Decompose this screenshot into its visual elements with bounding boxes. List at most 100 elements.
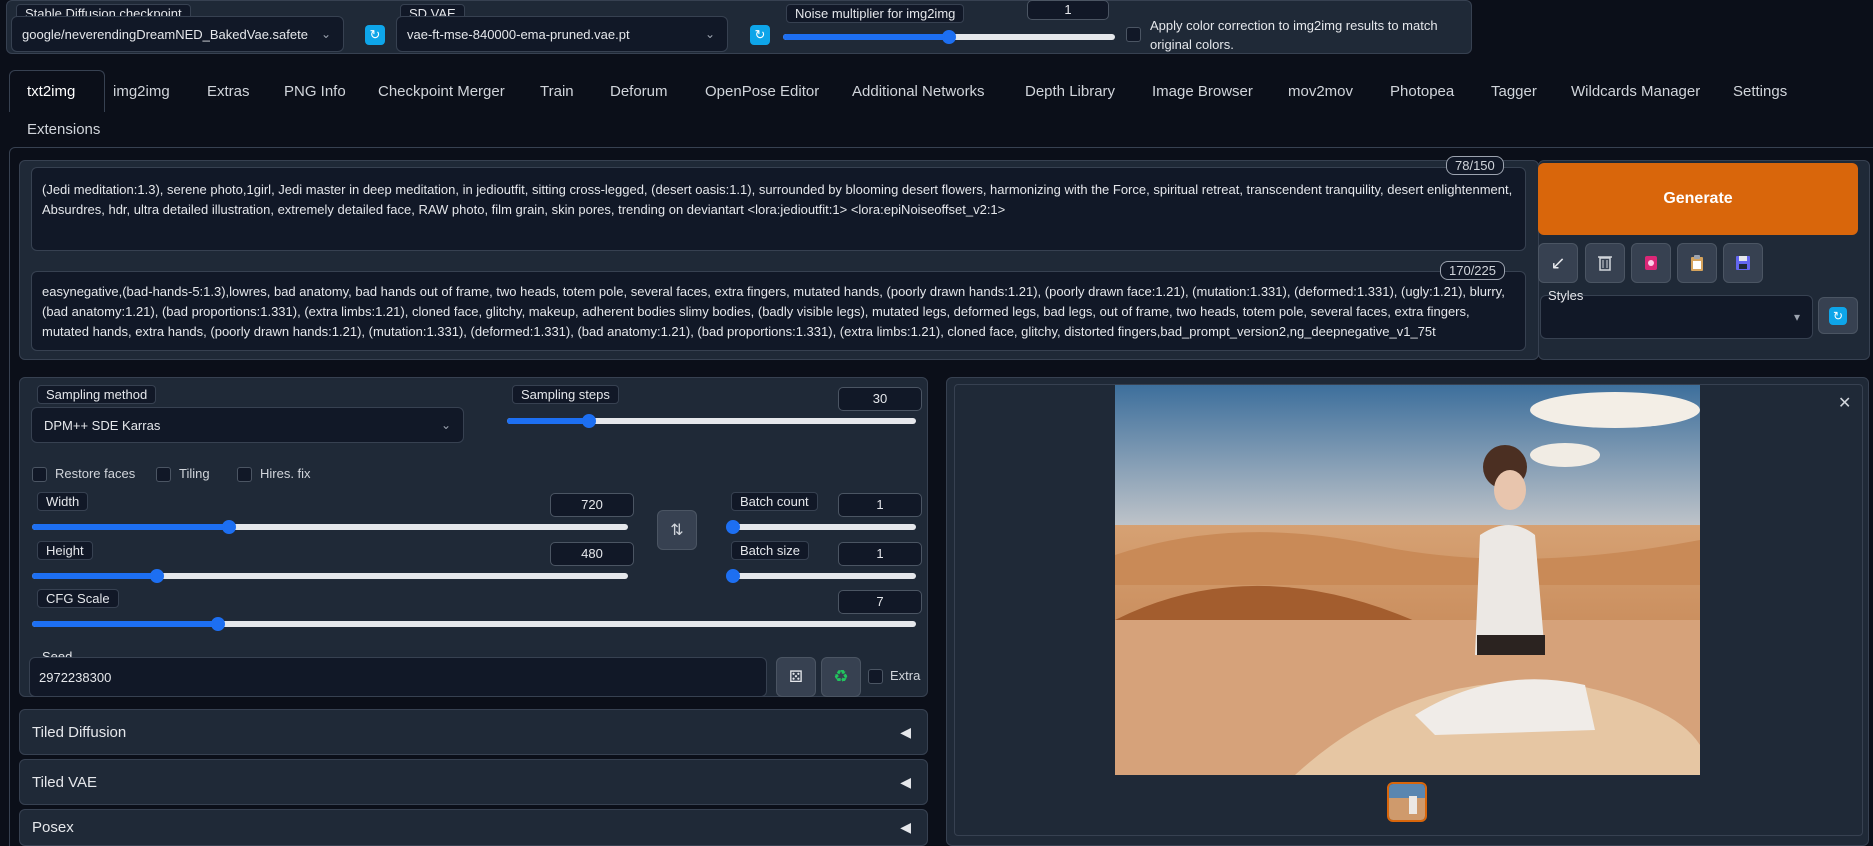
recycle-icon: ♻ (833, 667, 849, 686)
tab-extensions[interactable]: Extensions (27, 121, 100, 138)
accordion-title: Posex (32, 819, 74, 836)
tab-extras[interactable]: Extras (207, 83, 250, 100)
noise-multiplier-input[interactable]: 1 (1027, 0, 1109, 20)
tab-deforum[interactable]: Deforum (610, 83, 668, 100)
tab-wildcards-manager[interactable]: Wildcards Manager (1571, 83, 1700, 100)
slider-thumb[interactable] (210, 617, 225, 631)
batch-count-label: Batch count (731, 492, 818, 511)
slider-thumb[interactable] (942, 30, 956, 44)
tab-image-browser[interactable]: Image Browser (1152, 83, 1253, 100)
tiling-label: Tiling (179, 466, 210, 481)
seed-input[interactable]: 2972238300 (29, 657, 767, 697)
chevron-down-icon: ⌄ (704, 27, 715, 41)
chevron-down-icon: ⌄ (440, 418, 451, 432)
swap-dimensions-button[interactable]: ⇅ (657, 510, 697, 550)
width-input[interactable]: 720 (550, 493, 634, 517)
height-label: Height (37, 541, 93, 560)
width-slider[interactable] (32, 520, 628, 534)
chevron-down-icon: ⌄ (320, 27, 331, 41)
generate-button[interactable]: Generate (1538, 163, 1858, 235)
color-correction-label: Apply color correction to img2img result… (1150, 18, 1438, 52)
styles-label: Styles (1548, 288, 1584, 303)
paste-prompt-button[interactable] (1677, 243, 1717, 283)
width-label: Width (37, 492, 89, 511)
batch-count-slider[interactable] (726, 520, 916, 534)
vae-dropdown[interactable]: vae-ft-mse-840000-ema-pruned.vae.pt ⌄ (396, 16, 728, 52)
prompt-token-counter: 78/150 (1446, 156, 1504, 175)
sampling-steps-label: Sampling steps (512, 385, 619, 404)
caret-left-icon: ◀ (900, 773, 911, 790)
cfg-scale-label: CFG Scale (37, 589, 119, 608)
checkpoint-dropdown[interactable]: google/neverendingDreamNED_BakedVae.safe… (11, 16, 344, 52)
accordion-tiled-diffusion[interactable]: Tiled Diffusion ◀ (19, 709, 928, 755)
tab-depth-library[interactable]: Depth Library (1025, 83, 1115, 100)
swap-arrows-icon: ⇅ (670, 522, 684, 539)
trash-icon (1598, 256, 1612, 271)
accordion-tiled-vae[interactable]: Tiled VAE ◀ (19, 759, 928, 805)
tab-checkpoint-merger[interactable]: Checkpoint Merger (378, 83, 505, 100)
reuse-seed-button[interactable]: ♻ (821, 657, 861, 697)
cfg-scale-slider[interactable] (32, 617, 916, 631)
arrow-expand-icon: ↙ (1550, 252, 1566, 273)
clear-prompt-button[interactable] (1585, 243, 1625, 283)
restore-faces-checkbox[interactable] (32, 467, 47, 482)
tiling-checkbox[interactable] (156, 467, 171, 482)
tab-settings[interactable]: Settings (1733, 83, 1787, 100)
batch-size-slider[interactable] (726, 569, 916, 583)
thumbnail-image (1389, 784, 1425, 820)
tab-txt2img[interactable]: txt2img (27, 83, 75, 100)
tab-additional-networks[interactable]: Additional Networks (852, 83, 985, 100)
sampling-method-dropdown[interactable]: DPM++ SDE Karras ⌄ (31, 407, 464, 443)
tab-train[interactable]: Train (540, 83, 574, 100)
save-style-button[interactable] (1723, 243, 1763, 283)
desert-meditation-image (1115, 385, 1700, 775)
height-slider[interactable] (32, 569, 628, 583)
tab-openpose-editor[interactable]: OpenPose Editor (705, 83, 819, 100)
random-seed-button[interactable]: ⚄ (776, 657, 816, 697)
sampling-steps-slider[interactable] (507, 414, 916, 428)
tab-img2img[interactable]: img2img (113, 83, 170, 100)
caret-down-icon: ▾ (1793, 310, 1800, 324)
extra-seed-label: Extra (890, 668, 921, 683)
noise-multiplier-slider[interactable] (783, 30, 1115, 44)
batch-size-input[interactable]: 1 (838, 542, 922, 566)
show-extra-networks-button[interactable] (1631, 243, 1671, 283)
tab-png-info[interactable]: PNG Info (284, 83, 346, 100)
slider-thumb[interactable] (726, 569, 740, 583)
extra-seed-checkbox[interactable] (868, 669, 883, 684)
gallery-thumbnail[interactable] (1387, 782, 1427, 822)
height-input[interactable]: 480 (550, 542, 634, 566)
refresh-icon: ↻ (1829, 306, 1847, 325)
checkpoint-value: google/neverendingDreamNED_BakedVae.safe… (22, 27, 308, 42)
prompt-textarea[interactable]: (Jedi meditation:1.3), serene photo,1gir… (31, 167, 1526, 251)
refresh-vae-icon[interactable]: ↻ (750, 25, 770, 45)
slider-thumb[interactable] (726, 520, 740, 534)
seed-value: 2972238300 (39, 670, 112, 685)
hires-fix-checkbox[interactable] (237, 467, 252, 482)
noise-multiplier-label: Noise multiplier for img2img (786, 4, 965, 23)
cfg-scale-input[interactable]: 7 (838, 590, 922, 614)
negative-prompt-textarea[interactable]: easynegative,(bad-hands-5:1.3),lowres, b… (31, 271, 1526, 351)
refresh-styles-button[interactable]: ↻ (1818, 297, 1858, 334)
sampling-steps-input[interactable]: 30 (838, 387, 922, 411)
batch-count-input[interactable]: 1 (838, 493, 922, 517)
generated-image[interactable] (1115, 385, 1700, 775)
tab-tagger[interactable]: Tagger (1491, 83, 1537, 100)
tab-photopea[interactable]: Photopea (1390, 83, 1454, 100)
interrupt-button[interactable]: ↙ (1538, 243, 1578, 283)
accordion-posex[interactable]: Posex ◀ (19, 809, 928, 846)
tab-mov2mov[interactable]: mov2mov (1288, 83, 1353, 100)
caret-left-icon: ◀ (900, 819, 911, 835)
accordion-title: Tiled VAE (32, 773, 98, 791)
restore-faces-label: Restore faces (55, 466, 136, 481)
hires-fix-label: Hires. fix (260, 466, 311, 481)
floppy-disk-icon (1736, 256, 1750, 270)
refresh-checkpoint-icon[interactable]: ↻ (365, 25, 385, 45)
close-icon[interactable]: ✕ (1838, 393, 1851, 413)
slider-thumb[interactable] (221, 520, 236, 534)
negative-token-counter: 170/225 (1440, 261, 1505, 280)
color-correction-checkbox[interactable] (1126, 27, 1141, 42)
slider-thumb[interactable] (581, 414, 596, 428)
accordion-title: Tiled Diffusion (32, 723, 127, 741)
clipboard-icon (1691, 255, 1703, 271)
